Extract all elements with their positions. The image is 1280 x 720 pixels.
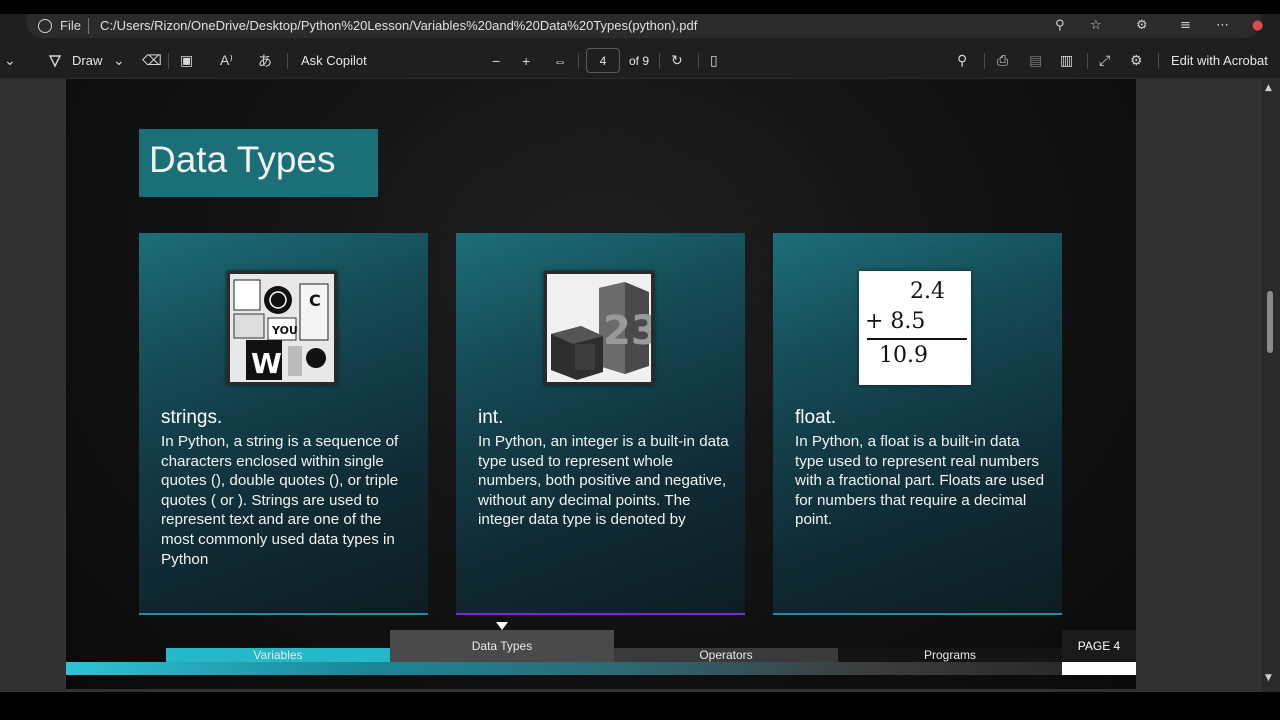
card-body-float: In Python, a float is a built-in data ty… bbox=[795, 433, 1045, 529]
addend-two: + 8.5 bbox=[865, 309, 926, 334]
active-tab-marker-icon bbox=[496, 622, 508, 630]
fit-page-icon[interactable]: ⇔ bbox=[553, 42, 567, 79]
draw-button[interactable]: Draw bbox=[72, 42, 102, 79]
save-icon[interactable]: ▤ bbox=[1029, 42, 1042, 79]
draw-dropdown-icon[interactable]: ⌄ bbox=[113, 42, 125, 79]
draw-pen-icon[interactable] bbox=[48, 42, 62, 79]
zoom-in-icon[interactable]: + bbox=[522, 42, 530, 79]
toolbar-separator bbox=[168, 53, 169, 69]
expand-icon[interactable]: ⤢ bbox=[1099, 42, 1110, 79]
nav-tab-label: Programs bbox=[923, 648, 976, 662]
pdf-toolbar: ⌄ Draw ⌄ ⌫ ▣ A⁾ あ Ask Copilot − + ⇔ 4 of… bbox=[0, 42, 1280, 79]
addend-one: 2.4 bbox=[910, 279, 945, 304]
card-body-int: In Python, an integer is a built-in data… bbox=[478, 433, 729, 529]
more-menu-icon[interactable]: ⋯ bbox=[1216, 18, 1229, 33]
profile-icon[interactable]: ● bbox=[1252, 18, 1263, 33]
toolbar-separator bbox=[698, 53, 699, 69]
file-label: File bbox=[60, 18, 81, 33]
card-heading-strings: strings. bbox=[161, 407, 223, 428]
svg-text:W: W bbox=[251, 347, 282, 380]
page-view-icon[interactable]: ▯ bbox=[710, 42, 718, 79]
favorite-star-icon[interactable]: ☆ bbox=[1090, 18, 1102, 33]
decimal-addition-image: 2.4 + 8.5 10.9 bbox=[859, 271, 971, 385]
svg-text:YOU: YOU bbox=[271, 324, 298, 337]
eraser-icon[interactable]: ⌫ bbox=[142, 42, 162, 79]
svg-text:C: C bbox=[309, 291, 321, 310]
read-aloud-icon[interactable]: A⁾ bbox=[220, 42, 233, 79]
extensions-icon[interactable]: ⚙ bbox=[1136, 18, 1148, 33]
number-blocks-image: 23 bbox=[544, 271, 659, 385]
edit-with-acrobat-button[interactable]: Edit with Acrobat bbox=[1171, 42, 1268, 79]
toolbar-separator bbox=[1087, 53, 1088, 69]
scroll-up-icon[interactable]: ▲ bbox=[1265, 83, 1272, 93]
info-icon[interactable] bbox=[38, 19, 52, 33]
card-underline bbox=[456, 613, 745, 615]
scrollbar-thumb[interactable] bbox=[1267, 291, 1273, 353]
text-box-icon[interactable]: ▣ bbox=[180, 42, 193, 79]
page-total-label: of 9 bbox=[629, 53, 650, 68]
zoom-out-icon[interactable]: − bbox=[492, 42, 500, 79]
page-indicator-bar bbox=[1062, 662, 1136, 675]
nav-tab-variables[interactable]: Variables bbox=[166, 648, 390, 662]
nav-tab-operators[interactable]: Operators bbox=[614, 648, 838, 662]
nav-tab-programs[interactable]: Programs bbox=[838, 648, 1062, 662]
favorites-icon[interactable]: ≡ bbox=[1180, 18, 1191, 33]
nav-tab-label: Data Types bbox=[471, 639, 533, 653]
nav-tab-data-types[interactable]: Data Types bbox=[390, 630, 614, 662]
vertical-scrollbar[interactable] bbox=[1262, 79, 1280, 692]
scroll-down-icon[interactable]: ▼ bbox=[1265, 673, 1272, 683]
toolbar-separator bbox=[287, 53, 288, 69]
toolbar-separator bbox=[659, 53, 660, 69]
page-indicator: PAGE 4 bbox=[1062, 630, 1136, 662]
save-as-icon[interactable]: ▥ bbox=[1060, 42, 1073, 79]
blocks-graphic: 23 bbox=[547, 274, 659, 382]
card-strings: C YOU W strings. In Python, a string is … bbox=[139, 233, 428, 615]
nav-base-bar bbox=[66, 662, 1062, 675]
card-heading-float: float. bbox=[795, 407, 837, 428]
sum-line bbox=[867, 338, 967, 340]
translate-icon[interactable]: あ bbox=[258, 42, 272, 79]
letterbox-bottom bbox=[0, 692, 1280, 720]
letterbox-top bbox=[0, 0, 1280, 14]
title-box: Data Types bbox=[139, 129, 378, 197]
nav-tab-label: Variables bbox=[253, 648, 303, 662]
strings-collage-image: C YOU W bbox=[227, 271, 337, 385]
toolbar-separator bbox=[984, 53, 985, 69]
address-separator bbox=[88, 18, 89, 34]
url-text[interactable]: C:/Users/Rizon/OneDrive/Desktop/Python%2… bbox=[100, 18, 697, 33]
svg-text:23: 23 bbox=[603, 308, 651, 354]
collage-graphic: C YOU W bbox=[230, 274, 334, 382]
toolbar-separator bbox=[578, 53, 579, 69]
zoom-search-icon[interactable]: ⚲ bbox=[1055, 18, 1065, 33]
draw-icon bbox=[48, 54, 62, 68]
nav-tab-label: Operators bbox=[699, 648, 753, 662]
card-heading-int: int. bbox=[478, 407, 504, 428]
toolbar-separator bbox=[1158, 53, 1159, 69]
card-underline bbox=[773, 613, 1062, 615]
page-number-input[interactable]: 4 bbox=[586, 48, 620, 73]
chevron-down-icon[interactable]: ⌄ bbox=[4, 42, 16, 79]
card-float: 2.4 + 8.5 10.9 float. In Python, a float… bbox=[773, 233, 1062, 615]
page-title: Data Types bbox=[149, 139, 336, 180]
card-underline bbox=[139, 613, 428, 615]
print-icon[interactable]: ⎙ bbox=[997, 42, 1008, 79]
search-icon[interactable]: ⚲ bbox=[957, 42, 967, 79]
address-bar: File C:/Users/Rizon/OneDrive/Desktop/Pyt… bbox=[0, 14, 1280, 42]
card-int: 23 int. In Python, an integer is a built… bbox=[456, 233, 745, 615]
card-body-strings: In Python, a string is a sequence of cha… bbox=[161, 433, 399, 568]
screen: File C:/Users/Rizon/OneDrive/Desktop/Pyt… bbox=[0, 0, 1280, 720]
sum-result: 10.9 bbox=[879, 343, 928, 368]
ask-copilot-button[interactable]: Ask Copilot bbox=[301, 42, 367, 79]
pdf-page: Data Types C YOU W strings. In Python, a… bbox=[66, 79, 1136, 689]
rotate-icon[interactable]: ↻ bbox=[671, 42, 683, 79]
settings-gear-icon[interactable]: ⚙ bbox=[1130, 42, 1143, 79]
